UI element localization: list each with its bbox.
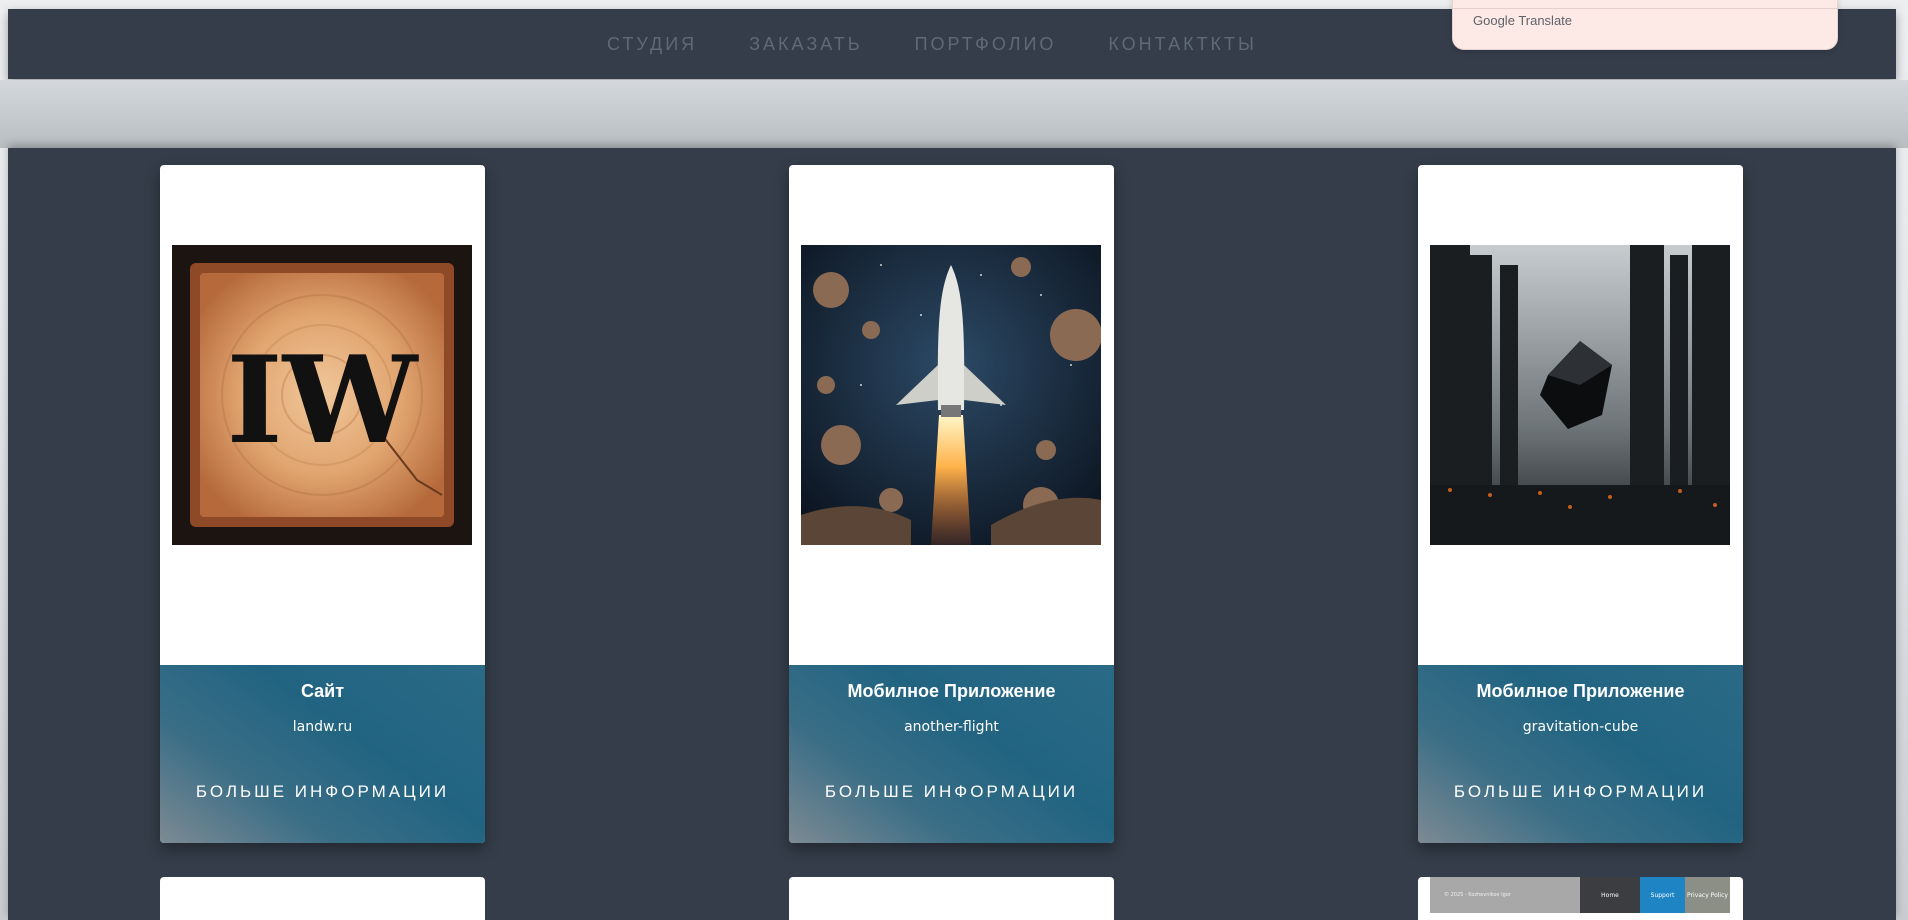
card-info-panel: Мобилное Приложение another-flight БОЛЬШ… [789,665,1114,843]
card-title: Мобилное Приложение [1476,681,1685,701]
preview-copyright: © 2025 - Kozhevnikov Igor [1430,877,1580,913]
section-spacer [0,80,1908,148]
preview-home-link: Home [1580,877,1640,913]
rocket-image [801,245,1101,545]
more-info-button[interactable]: БОЛЬШЕ ИНФОРМАЦИИ [1418,782,1743,802]
portfolio-section: IW Сайт landw.ru БОЛЬШЕ ИНФОРМАЦИИ Мобил… [8,148,1896,920]
card-info-panel: Сайт landw.ru БОЛЬШЕ ИНФОРМАЦИИ [160,665,485,843]
page: СТУДИЯ ЗАКАЗАТЬ ПОРТФОЛИО КОНТАКТКТЫ Goo… [0,0,1908,920]
nav-link-portfolio[interactable]: ПОРТФОЛИО [915,34,1057,55]
card-preview-footer: © 2025 - Kozhevnikov Igor Home Support P… [1430,877,1730,913]
nav-link-contacts[interactable]: КОНТАКТКТЫ [1108,34,1257,55]
card-subtitle: landw.ru [292,719,353,735]
google-translate-popup[interactable]: Google Translate [1452,0,1838,50]
floating-cube-image [1430,245,1730,545]
card-title: Сайт [300,681,345,701]
nav-link-order[interactable]: ЗАКАЗАТЬ [749,34,862,55]
card-title: Мобилное Приложение [847,681,1056,701]
translate-product-label: Translate [1518,13,1573,28]
lw-logo-image: IW [172,245,472,545]
svg-text:IW: IW [227,330,420,471]
translate-branding: Google Translate [1473,13,1572,28]
card-subtitle: another-flight [904,719,999,735]
card-subtitle: gravitation-cube [1522,719,1639,735]
nav-link-studio[interactable]: СТУДИЯ [607,34,697,55]
more-info-button[interactable]: БОЛЬШЕ ИНФОРМАЦИИ [160,782,485,802]
translate-divider [1453,8,1837,9]
preview-support-link: Support [1640,877,1685,913]
portfolio-card-peek[interactable]: © 2025 - Kozhevnikov Igor Home Support P… [1418,877,1743,920]
google-logo: Google [1473,13,1515,28]
portfolio-card-peek[interactable] [160,877,485,920]
portfolio-card-peek[interactable] [789,877,1114,920]
preview-privacy-link: Privacy Policy [1685,877,1730,913]
card-info-panel: Мобилное Приложение gravitation-cube БОЛ… [1418,665,1743,843]
portfolio-card-another-flight[interactable]: Мобилное Приложение another-flight БОЛЬШ… [789,165,1114,843]
portfolio-card-gravitation-cube[interactable]: Мобилное Приложение gravitation-cube БОЛ… [1418,165,1743,843]
portfolio-card-site[interactable]: IW Сайт landw.ru БОЛЬШЕ ИНФОРМАЦИИ [160,165,485,843]
more-info-button[interactable]: БОЛЬШЕ ИНФОРМАЦИИ [789,782,1114,802]
